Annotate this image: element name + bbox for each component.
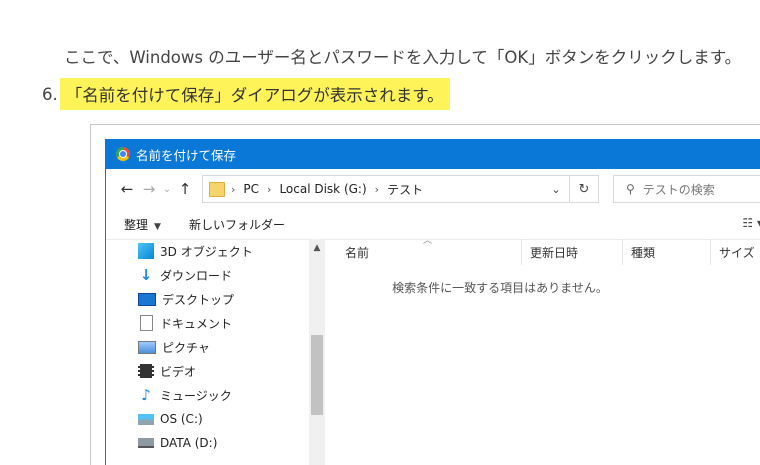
nav-item-label: デスクトップ <box>162 292 235 307</box>
organize-label: 整理 <box>124 217 149 232</box>
forward-arrow-icon[interactable]: → <box>138 180 160 198</box>
folder-icon <box>209 181 225 197</box>
download-icon: ↓ <box>139 266 153 284</box>
nav-item-music[interactable]: ♪ ミュージック <box>106 383 325 407</box>
recent-dropdown-icon[interactable]: ⌄ <box>160 184 174 195</box>
drive-c-icon <box>138 413 154 425</box>
column-headers: ︿ 名前 更新日時 種類 サイズ <box>325 236 760 265</box>
video-icon <box>138 364 154 378</box>
dialog-content: 3D オブジェクト ↓ ダウンロード デスクトップ ドキュメント ピクチャ ビデオ… <box>106 236 760 465</box>
nav-scrollbar[interactable]: ▲ <box>309 239 325 465</box>
instruction-paragraph: ここで、Windows のユーザー名とパスワードを入力して「OK」ボタンをクリッ… <box>64 48 742 67</box>
refresh-icon[interactable]: ↻ <box>570 175 599 203</box>
column-type-label: 種類 <box>631 245 656 260</box>
search-input[interactable]: ⚲ テストの検索 <box>613 175 760 203</box>
scroll-up-icon[interactable]: ▲ <box>309 239 325 253</box>
desktop-icon <box>138 292 156 306</box>
music-icon: ♪ <box>141 386 151 404</box>
nav-item-documents[interactable]: ドキュメント <box>106 311 325 335</box>
nav-item-label: 3D オブジェクト <box>160 244 253 259</box>
step-6: 6. 「名前を付けて保存」ダイアログが表示されます。 <box>42 78 450 110</box>
dialog-title: 名前を付けて保存 <box>136 147 237 163</box>
save-as-dialog: 名前を付けて保存 ← → ⌄ ↑ › PC › Local Disk (G:) … <box>105 139 760 465</box>
nav-item-label: ミュージック <box>160 388 232 403</box>
back-arrow-icon[interactable]: ← <box>116 180 138 198</box>
view-options-icon[interactable]: ☷ ▾ <box>742 216 760 230</box>
address-dropdown-icon[interactable]: ⌄ <box>542 176 569 202</box>
nav-item-label: OS (C:) <box>160 412 203 426</box>
caret-down-icon: ▼ <box>154 221 161 232</box>
breadcrumb-pc[interactable]: PC <box>243 182 259 196</box>
navigation-pane: 3D オブジェクト ↓ ダウンロード デスクトップ ドキュメント ピクチャ ビデオ… <box>106 239 325 465</box>
document-icon <box>139 315 153 331</box>
column-size-label: サイズ <box>719 245 755 260</box>
chevron-right-icon: › <box>231 182 236 196</box>
3d-objects-icon <box>138 243 154 259</box>
nav-item-downloads[interactable]: ↓ ダウンロード <box>106 263 325 287</box>
breadcrumb-folder[interactable]: テスト <box>387 181 423 198</box>
nav-item-label: ビデオ <box>160 364 197 379</box>
nav-item-label: ドキュメント <box>160 316 233 331</box>
nav-item-label: ピクチャ <box>162 340 210 355</box>
up-arrow-icon[interactable]: ↑ <box>174 180 196 198</box>
step-number: 6. <box>42 84 58 104</box>
scroll-thumb[interactable] <box>311 335 323 415</box>
chevron-right-icon: › <box>267 182 272 196</box>
organize-button[interactable]: 整理 ▼ <box>106 216 161 233</box>
command-toolbar: 整理 ▼ 新しいフォルダー ☷ ▾ <box>106 209 760 240</box>
column-name-label: 名前 <box>345 245 370 260</box>
nav-item-pictures[interactable]: ピクチャ <box>106 335 325 359</box>
empty-message: 検索条件に一致する項目はありません。 <box>392 281 608 295</box>
chevron-right-icon: › <box>374 182 380 196</box>
address-bar[interactable]: › PC › Local Disk (G:) › テスト ⌄ <box>202 175 570 203</box>
dialog-screenshot: 名前を付けて保存 ← → ⌄ ↑ › PC › Local Disk (G:) … <box>90 124 760 465</box>
breadcrumb-drive[interactable]: Local Disk (G:) <box>279 182 366 196</box>
navigation-bar: ← → ⌄ ↑ › PC › Local Disk (G:) › テスト ⌄ ↻… <box>106 169 760 209</box>
search-icon: ⚲ <box>626 182 635 196</box>
chrome-icon <box>116 147 130 161</box>
column-modified-label: 更新日時 <box>530 245 579 260</box>
column-type[interactable]: 種類 <box>623 239 711 265</box>
nav-item-drive-d[interactable]: DATA (D:) <box>106 431 325 455</box>
new-folder-button[interactable]: 新しいフォルダー <box>161 216 285 233</box>
nav-item-3d-objects[interactable]: 3D オブジェクト <box>106 239 325 263</box>
column-modified[interactable]: 更新日時 <box>521 239 623 265</box>
file-list-pane: ︿ 名前 更新日時 種類 サイズ 検索条件に一致する項目はありません。 <box>325 236 760 465</box>
step-highlight-text: 「名前を付けて保存」ダイアログが表示されます。 <box>59 78 450 110</box>
nav-item-label: DATA (D:) <box>160 436 218 450</box>
search-placeholder: テストの検索 <box>642 182 715 197</box>
video-icon-wrap <box>138 363 154 379</box>
sort-indicator-icon: ︿ <box>423 236 433 246</box>
document-icon-wrap <box>138 315 154 331</box>
column-size[interactable]: サイズ <box>711 239 760 265</box>
dialog-titlebar[interactable]: 名前を付けて保存 <box>106 139 760 169</box>
nav-item-desktop[interactable]: デスクトップ <box>106 287 325 311</box>
nav-item-drive-c[interactable]: OS (C:) <box>106 407 325 431</box>
picture-icon <box>138 340 156 354</box>
drive-d-icon <box>138 438 154 448</box>
nav-item-videos[interactable]: ビデオ <box>106 359 325 383</box>
nav-item-label: ダウンロード <box>160 268 233 283</box>
